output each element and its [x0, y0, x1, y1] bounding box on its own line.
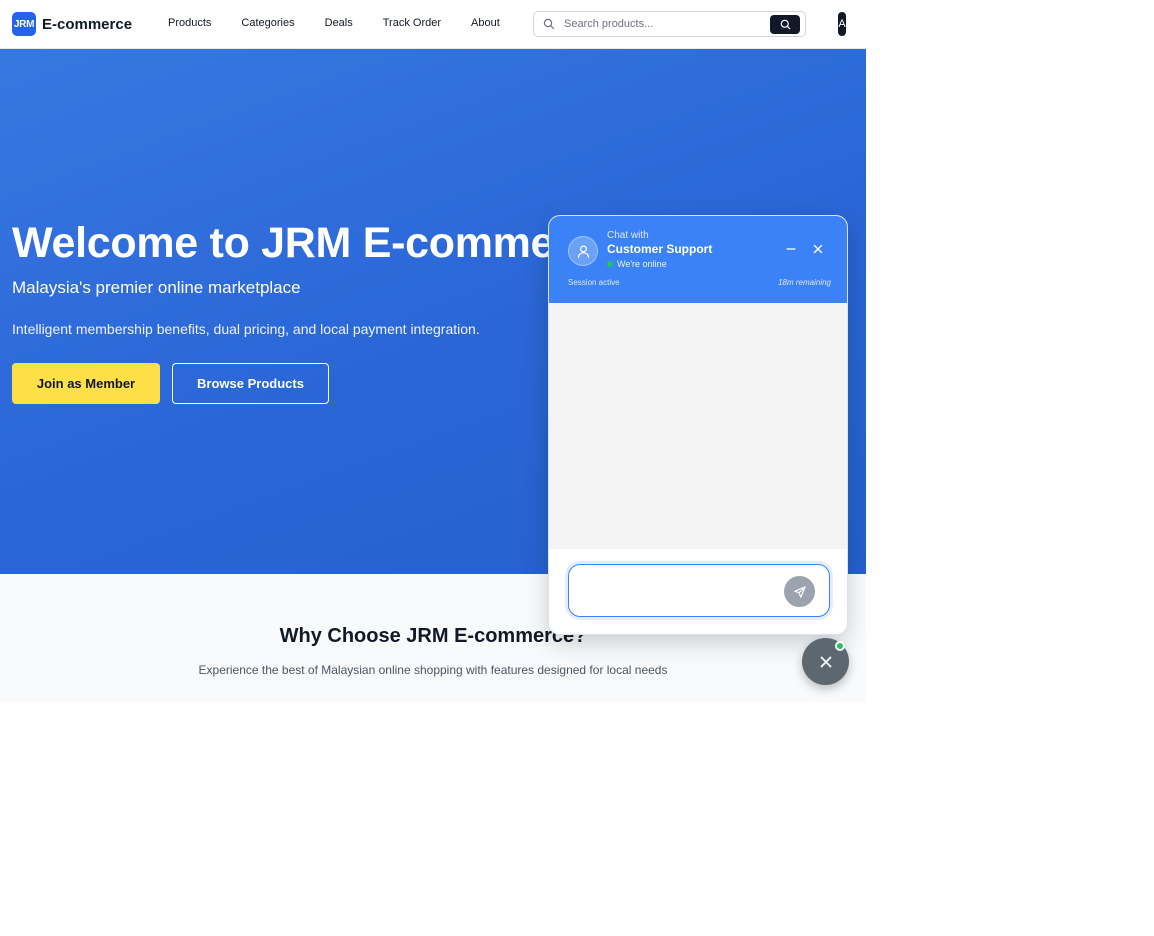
chat-status-text: We're online	[617, 259, 667, 269]
search-bar	[533, 11, 806, 37]
chat-status: We're online	[607, 259, 667, 269]
logo-text: E-commerce	[42, 15, 133, 33]
session-status: Session active	[568, 278, 620, 287]
join-member-button[interactable]: Join as Member	[12, 363, 160, 404]
main-nav: Products Categories Deals Track Order Ab…	[168, 17, 530, 29]
logo[interactable]: JRM E-commerce	[12, 12, 132, 36]
chat-input-area	[549, 549, 847, 634]
hero-subtitle: Malaysia's premier online marketplace	[12, 278, 301, 297]
send-icon	[793, 585, 806, 598]
hero-title: Welcome to JRM E-commerce	[12, 219, 618, 267]
nav-products[interactable]: Products	[168, 17, 211, 29]
search-button[interactable]	[770, 15, 800, 34]
nav-categories[interactable]: Categories	[241, 17, 294, 29]
chat-widget: Chat with Customer Support We're online …	[548, 215, 848, 635]
nav-track-order[interactable]: Track Order	[383, 17, 441, 29]
chat-messages	[549, 303, 847, 549]
support-avatar-icon	[568, 236, 598, 266]
send-button[interactable]	[784, 576, 815, 607]
session-remaining: 18m remaining	[778, 278, 831, 287]
browse-products-button[interactable]: Browse Products	[172, 363, 329, 404]
close-icon[interactable]	[812, 243, 824, 255]
minimize-icon[interactable]	[785, 243, 797, 255]
chat-with-label: Chat with	[607, 230, 649, 241]
chat-header: Chat with Customer Support We're online …	[549, 216, 847, 303]
nav-deals[interactable]: Deals	[325, 17, 353, 29]
online-dot-icon	[607, 261, 613, 267]
close-icon	[820, 656, 831, 667]
search-icon	[543, 18, 555, 30]
search-button-icon	[780, 19, 790, 30]
why-subtitle: Experience the best of Malaysian online …	[198, 663, 668, 677]
search-input[interactable]	[564, 16, 764, 32]
nav-about[interactable]: About	[471, 17, 500, 29]
logo-badge: JRM	[12, 12, 36, 36]
online-indicator-icon	[835, 641, 845, 651]
chat-agent-name: Customer Support	[607, 242, 713, 256]
user-icon	[577, 245, 589, 258]
user-avatar[interactable]: A	[838, 12, 846, 36]
top-header: JRM E-commerce Products Categories Deals…	[0, 0, 866, 49]
hero-description: Intelligent membership benefits, dual pr…	[12, 321, 480, 337]
